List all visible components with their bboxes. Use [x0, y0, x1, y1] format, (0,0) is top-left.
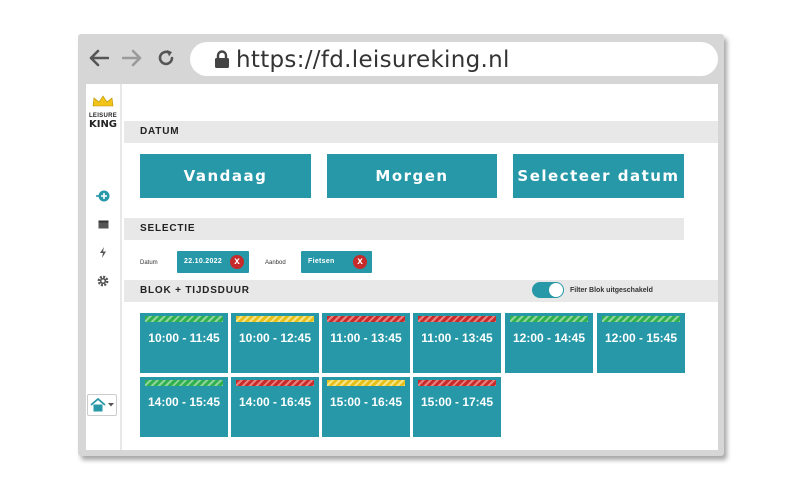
leisureking-logo: LEISURE KING: [88, 94, 118, 130]
availability-indicator-red: [327, 316, 405, 322]
lock-icon: [214, 50, 230, 74]
datum-chip-value: 22.10.2022: [184, 258, 223, 265]
url-text: https://fd.leisureking.nl: [236, 47, 510, 73]
remove-aanbod-button[interactable]: x: [353, 255, 367, 269]
time-slot-label: 11:00 - 13:45: [330, 331, 402, 345]
reload-icon[interactable]: [155, 47, 177, 69]
remove-datum-button[interactable]: x: [230, 255, 244, 269]
tomorrow-button[interactable]: Morgen: [327, 154, 497, 198]
sidebar: LEISURE KING: [86, 84, 122, 450]
datum-chip: 22.10.2022 x: [177, 251, 249, 273]
availability-indicator-green: [145, 380, 223, 386]
page-viewport: LEISURE KING DATUM Vandaag Morgen Select…: [86, 84, 718, 450]
browser-window: https://fd.leisureking.nl LEISURE KING D…: [78, 34, 724, 456]
crown-icon: [92, 95, 114, 107]
forward-arrow-icon[interactable]: [121, 47, 143, 69]
time-slot-button[interactable]: 12:00 - 15:45: [597, 313, 685, 373]
time-slot-label: 11:00 - 13:45: [421, 331, 493, 345]
availability-indicator-red: [418, 316, 496, 322]
time-slot-button[interactable]: 11:00 - 13:45: [322, 313, 410, 373]
section-selectie: SELECTIE: [124, 218, 684, 240]
availability-indicator-yellow: [236, 316, 314, 322]
aanbod-chip: Fietsen x: [301, 251, 372, 273]
address-bar[interactable]: https://fd.leisureking.nl: [190, 42, 718, 76]
time-slot-button[interactable]: 15:00 - 16:45: [322, 377, 410, 437]
time-slot-label: 10:00 - 11:45: [148, 331, 220, 345]
calendar-icon[interactable]: [95, 216, 111, 232]
time-slot-button[interactable]: 10:00 - 12:45: [231, 313, 319, 373]
home-icon: [90, 398, 106, 412]
time-slot-button[interactable]: 14:00 - 16:45: [231, 377, 319, 437]
time-slot-label: 14:00 - 16:45: [238, 395, 312, 409]
aanbod-chip-value: Fietsen: [308, 258, 335, 265]
availability-indicator-green: [510, 316, 588, 322]
time-slot-label: 14:00 - 15:45: [147, 395, 221, 409]
lightning-icon[interactable]: [95, 244, 111, 260]
section-blok-label: BLOK + TIJDSDUUR: [140, 285, 250, 296]
filter-blok-toggle[interactable]: [532, 282, 564, 298]
home-dropdown-button[interactable]: [87, 394, 117, 416]
availability-indicator-green: [602, 316, 680, 322]
toggle-knob: [549, 283, 563, 297]
time-slot-button[interactable]: 15:00 - 17:45: [413, 377, 501, 437]
chevron-down-icon: [108, 403, 114, 407]
availability-indicator-yellow: [327, 380, 405, 386]
time-slot-button[interactable]: 12:00 - 14:45: [505, 313, 593, 373]
today-button[interactable]: Vandaag: [140, 154, 311, 198]
browser-toolbar: https://fd.leisureking.nl: [78, 34, 724, 84]
availability-indicator-red: [236, 380, 314, 386]
time-slot-label: 10:00 - 12:45: [238, 331, 312, 345]
datum-filter-label: Datum: [140, 260, 158, 266]
time-slot-button[interactable]: 14:00 - 15:45: [140, 377, 228, 437]
section-selectie-label: SELECTIE: [140, 223, 196, 234]
time-slot-label: 12:00 - 15:45: [604, 331, 678, 345]
time-slot-label: 15:00 - 17:45: [420, 395, 494, 409]
select-date-button[interactable]: Selecteer datum: [513, 154, 684, 198]
time-slot-button[interactable]: 11:00 - 13:45: [413, 313, 501, 373]
gear-icon[interactable]: [95, 273, 111, 289]
add-icon[interactable]: [95, 188, 111, 204]
logo-text-big: KING: [88, 119, 118, 130]
availability-indicator-green: [145, 316, 223, 322]
availability-indicator-red: [418, 380, 496, 386]
time-slot-label: 15:00 - 16:45: [329, 395, 403, 409]
main-content: DATUM Vandaag Morgen Selecteer datum SEL…: [124, 84, 718, 450]
section-datum-label: DATUM: [140, 126, 180, 137]
time-slot-button[interactable]: 10:00 - 11:45: [140, 313, 228, 373]
aanbod-filter-label: Aanbod: [265, 260, 286, 266]
time-slot-label: 12:00 - 14:45: [512, 331, 586, 345]
filter-blok-label: Filter Blok uitgeschakeld: [570, 287, 653, 294]
section-datum: DATUM: [124, 121, 718, 143]
back-arrow-icon[interactable]: [88, 47, 110, 69]
